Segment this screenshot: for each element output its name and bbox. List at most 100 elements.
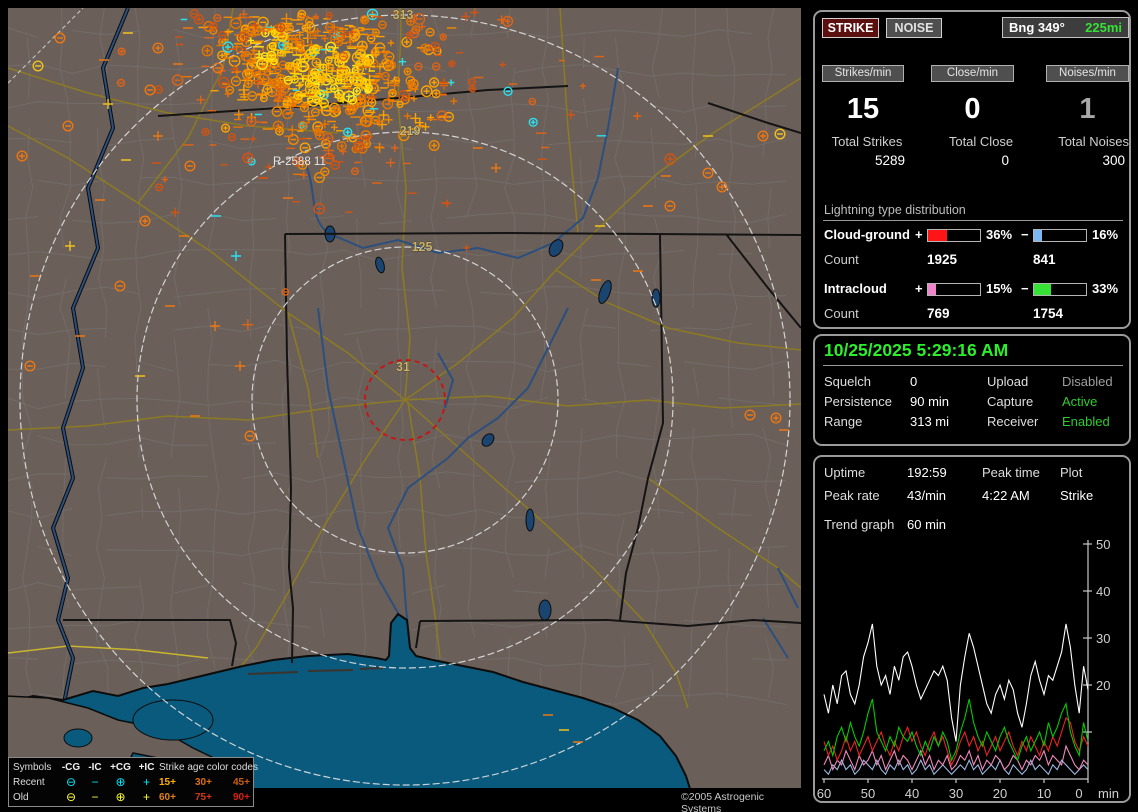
strike-counters-panel: STRIKE NOISE Bng 349° 225mi Strikes/min … [813, 10, 1131, 329]
symbol-legend: Symbols -CG -IC +CG +IC Strike age color… [8, 757, 254, 807]
age-45: 45+ [233, 775, 269, 790]
svg-text:30: 30 [949, 786, 963, 801]
nexstorm-window: 313 219 125 31 R-2588 11 ©2005 Astrogenic S… [0, 0, 1138, 812]
cg-plus-bar [927, 229, 981, 242]
svg-text:min: min [1098, 786, 1119, 801]
trend-graph-label: Trend graph [824, 517, 894, 532]
recent-pos-ic-icon: + [134, 775, 159, 790]
cg-plus-pct: 36% [986, 227, 1012, 242]
persistence-label: Persistence [824, 394, 910, 414]
svg-text:219: 219 [400, 124, 421, 138]
age-60: 60+ [159, 790, 195, 805]
cg-plus-count: 1925 [927, 252, 957, 267]
strike-toggle-button[interactable]: STRIKE [822, 18, 879, 38]
map-canvas: 313 219 125 31 R-2588 11 [8, 8, 801, 788]
noises-per-min-chip: Noises/min [1046, 65, 1129, 82]
cg-count-label: Count [824, 252, 859, 267]
peak-rate-label: Peak rate [824, 488, 907, 511]
ic-minus-bar [1033, 283, 1087, 296]
intracloud-label: Intracloud [824, 281, 887, 296]
bearing-distance: 225mi [1085, 20, 1122, 35]
uptime-value: 192:59 [907, 465, 982, 488]
svg-text:20: 20 [1096, 678, 1110, 693]
capture-label: Capture [987, 394, 1062, 414]
age-75: 75+ [195, 790, 233, 805]
legend-header-pos-cg: +CG [107, 760, 134, 775]
svg-text:60: 60 [817, 786, 831, 801]
plot-mode-value: Strike [1060, 488, 1093, 511]
old-pos-cg-icon: ⊕ [107, 790, 134, 805]
lake-west [64, 729, 92, 747]
ic-plus-sign: + [915, 281, 923, 296]
recent-pos-cg-icon: ⊕ [107, 775, 134, 790]
datetime-divider [823, 365, 1123, 366]
svg-text:50: 50 [1096, 537, 1110, 552]
legend-recent-label: Recent [13, 775, 59, 790]
svg-text:20: 20 [993, 786, 1007, 801]
peak-time-label: Peak time [982, 465, 1060, 488]
close-per-min-value: 0 [931, 92, 1014, 126]
trend-panel: Uptime 192:59 Peak time Plot Peak rate 4… [813, 455, 1131, 803]
legend-header-neg-ic: -IC [83, 760, 107, 775]
legend-header-neg-cg: -CG [59, 760, 83, 775]
recent-neg-ic-icon: − [83, 775, 107, 790]
cg-minus-bar [1033, 229, 1087, 242]
age-30: 30+ [195, 775, 233, 790]
cloud-ground-label: Cloud-ground [824, 227, 910, 242]
peak-time-value: 4:22 AM [982, 488, 1060, 511]
ic-plus-count: 769 [927, 306, 950, 321]
bearing-readout: Bng 349° 225mi [1002, 17, 1129, 38]
ic-minus-count: 1754 [1033, 306, 1063, 321]
legend-old-label: Old [13, 790, 59, 805]
copyright-text: ©2005 Astrogenic Systems [681, 791, 801, 812]
lightning-map: 313 219 125 31 R-2588 11 [8, 8, 801, 788]
ic-plus-bar [927, 283, 981, 296]
uptime-label: Uptime [824, 465, 907, 488]
total-close-value: 0 [926, 153, 1009, 168]
noise-toggle-button[interactable]: NOISE [886, 18, 942, 38]
squelch-value: 0 [910, 374, 987, 394]
range-label: Range [824, 414, 910, 434]
peak-rate-value: 43/min [907, 488, 982, 511]
svg-text:10: 10 [1037, 786, 1051, 801]
svg-text:31: 31 [396, 360, 410, 374]
close-per-min-chip: Close/min [931, 65, 1014, 82]
svg-text:40: 40 [1096, 584, 1110, 599]
svg-text:0: 0 [1075, 786, 1082, 801]
strikes-per-min-chip: Strikes/min [822, 65, 904, 82]
svg-text:30: 30 [1096, 631, 1110, 646]
receiver-status: Enabled [1062, 414, 1113, 434]
cg-minus-sign: − [1021, 227, 1029, 242]
old-neg-cg-icon: ⊖ [59, 790, 83, 805]
svg-text:313: 313 [393, 8, 414, 22]
cg-minus-pct: 16% [1092, 227, 1118, 242]
age-15: 15+ [159, 775, 195, 790]
total-strikes-label: Total Strikes [822, 134, 912, 149]
total-strikes-value: 5289 [822, 153, 905, 168]
legend-age-title: Strike age color codes [159, 760, 269, 775]
old-neg-ic-icon: − [83, 790, 107, 805]
status-panel: 10/25/2025 5:29:16 AM Squelch 0 Upload D… [813, 334, 1131, 446]
plot-label: Plot [1060, 465, 1093, 488]
upload-status: Disabled [1062, 374, 1113, 394]
trend-graph: 504030206050403020100min [815, 535, 1129, 801]
old-pos-ic-icon: + [134, 790, 159, 805]
ic-count-label: Count [824, 306, 859, 321]
svg-text:125: 125 [412, 240, 433, 254]
range-value: 313 mi [910, 414, 987, 434]
airspace-label: R-2588 11 [273, 156, 326, 168]
datetime-display: 10/25/2025 5:29:16 AM [824, 340, 1008, 361]
svg-text:40: 40 [905, 786, 919, 801]
capture-status: Active [1062, 394, 1113, 414]
lake-pontchartrain [133, 700, 213, 740]
distribution-title: Lightning type distribution [824, 203, 966, 217]
upload-label: Upload [987, 374, 1062, 394]
ic-plus-pct: 15% [986, 281, 1012, 296]
ic-minus-sign: − [1021, 281, 1029, 296]
noises-per-min-value: 1 [1046, 92, 1129, 126]
cg-minus-count: 841 [1033, 252, 1056, 267]
recent-neg-cg-icon: ⊖ [59, 775, 83, 790]
strikes-per-min-value: 15 [822, 92, 904, 126]
total-noises-label: Total Noises [1029, 134, 1129, 149]
bearing-value: Bng 349° [1009, 20, 1065, 35]
